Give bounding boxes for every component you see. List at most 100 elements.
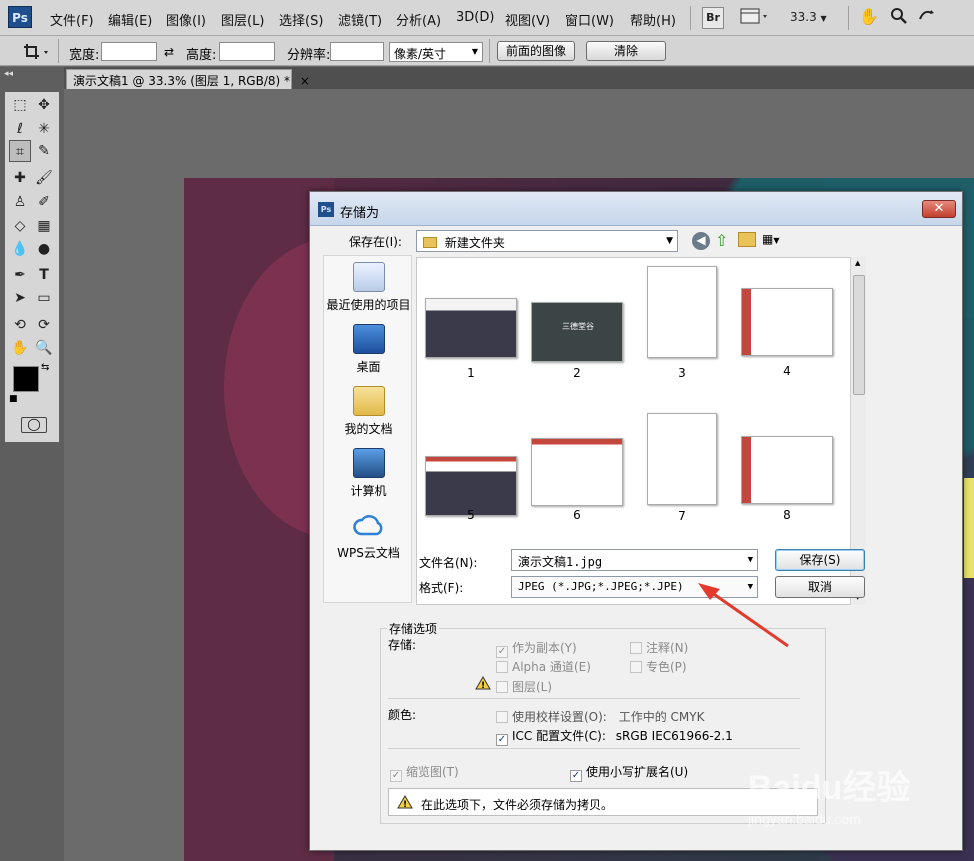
resolution-input[interactable] — [330, 42, 384, 61]
place-recent[interactable]: 最近使用的项目 — [324, 262, 413, 313]
menu-window[interactable]: 窗口(W) — [565, 10, 614, 29]
shape-tool-icon[interactable]: ▭ — [33, 287, 55, 309]
view-extras-button[interactable] — [738, 7, 772, 29]
crop-tool-icon[interactable]: ⌗ — [9, 140, 31, 162]
lasso-tool-icon[interactable]: ℓ — [9, 118, 31, 140]
file-thumbnail — [425, 298, 517, 358]
as-copy-checkbox[interactable]: ✓ 作为副本(Y) — [496, 639, 577, 658]
width-input[interactable] — [101, 42, 157, 61]
place-desktop[interactable]: 桌面 — [324, 324, 413, 375]
marquee-tool-icon[interactable]: ⬚ — [9, 94, 31, 116]
place-documents[interactable]: 我的文档 — [324, 386, 413, 437]
file-name: 6 — [573, 508, 581, 522]
move-tool-icon[interactable]: ✥ — [33, 94, 55, 116]
filename-input[interactable]: 演示文稿1.jpg ▼ — [511, 549, 758, 571]
menu-3d[interactable]: 3D(D) — [456, 10, 494, 25]
default-colors-icon[interactable]: ■ — [9, 394, 18, 404]
menu-image[interactable]: 图像(I) — [166, 10, 206, 29]
3d-rotate-icon[interactable]: ⟲ — [9, 314, 31, 336]
gradient-tool-icon[interactable]: ▦ — [33, 215, 55, 237]
blur-tool-icon[interactable]: 💧 — [9, 238, 31, 260]
front-image-button[interactable]: 前面的图像 — [497, 41, 575, 61]
file-item[interactable]: 1 — [425, 298, 517, 380]
type-tool-icon[interactable]: T — [33, 264, 55, 286]
up-folder-icon[interactable]: ⇧ — [715, 231, 728, 250]
hand-tool-icon[interactable]: ✋ — [9, 337, 31, 359]
eyedropper-icon[interactable]: ✎ — [33, 140, 55, 162]
close-tab-icon[interactable]: × — [300, 74, 310, 88]
file-item[interactable]: 5 — [425, 456, 517, 522]
file-item[interactable]: 8 — [741, 436, 833, 522]
scroll-up-icon[interactable]: ▲ — [855, 259, 860, 267]
zoom-level[interactable]: 33.3 ▼ — [790, 7, 830, 29]
alpha-channels-checkbox[interactable]: Alpha 通道(E) — [496, 658, 591, 675]
zoom-tool-icon[interactable]: 🔍 — [33, 337, 55, 359]
notes-checkbox[interactable]: 注释(N) — [630, 639, 688, 656]
separator — [848, 6, 849, 30]
save-in-label: 保存在(I): — [349, 235, 402, 249]
view-menu-icon[interactable]: ▦▼ — [762, 232, 790, 248]
place-label: 桌面 — [356, 360, 381, 374]
close-button[interactable]: ✕ — [922, 200, 956, 218]
place-wps-cloud[interactable]: WPS云文档 — [324, 510, 413, 561]
checkbox-label: 缩览图(T) — [406, 765, 459, 779]
menu-edit[interactable]: 编辑(E) — [108, 10, 152, 29]
canvas-shape — [964, 478, 974, 578]
thumbnail-checkbox[interactable]: ✓ 缩览图(T) — [390, 763, 459, 782]
height-input[interactable] — [219, 42, 275, 61]
history-brush-icon[interactable]: ✐ — [33, 191, 55, 213]
layers-checkbox[interactable]: 图层(L) — [496, 678, 552, 695]
photoshop-logo-icon: Ps — [8, 6, 32, 28]
save-in-combo[interactable]: 新建文件夹 ▼ — [416, 230, 678, 252]
quick-mask-icon[interactable]: ◯ — [21, 417, 47, 433]
clone-stamp-icon[interactable]: ♙ — [9, 191, 31, 213]
bridge-button[interactable]: Br — [702, 7, 724, 29]
lowercase-extension-checkbox[interactable]: ✓ 使用小写扩展名(U) — [570, 763, 688, 782]
place-computer[interactable]: 计算机 — [324, 448, 413, 499]
menu-select[interactable]: 选择(S) — [279, 10, 323, 29]
brush-tool-icon[interactable]: 🖌 — [33, 167, 55, 189]
spot-colors-checkbox[interactable]: 专色(P) — [630, 658, 687, 675]
icc-profile-checkbox[interactable]: ✓ ICC 配置文件(C): sRGB IEC61966-2.1 — [496, 727, 733, 746]
menu-layer[interactable]: 图层(L) — [221, 10, 264, 29]
menu-bar: Ps 文件(F) 编辑(E) 图像(I) 图层(L) 选择(S) 滤镜(T) 分… — [0, 0, 974, 36]
rotate-view-icon[interactable] — [916, 7, 938, 29]
file-item[interactable]: 3 — [647, 266, 717, 380]
file-item[interactable]: 7 — [647, 413, 717, 523]
new-folder-icon[interactable] — [738, 232, 756, 247]
magic-wand-icon[interactable]: ✳ — [33, 118, 55, 140]
document-tab[interactable]: 演示文稿1 @ 33.3% (图层 1, RGB/8) * × — [66, 69, 310, 89]
menu-file[interactable]: 文件(F) — [50, 10, 94, 29]
3d-orbit-icon[interactable]: ⟳ — [33, 314, 55, 336]
resolution-unit-select[interactable]: 像素/英寸 ▼ — [389, 42, 483, 62]
checkbox-label: 使用校样设置(O): — [512, 710, 607, 724]
menu-view[interactable]: 视图(V) — [505, 10, 550, 29]
svg-text:!: ! — [403, 800, 407, 809]
scrollbar-thumb[interactable] — [853, 275, 865, 395]
file-item[interactable]: 6 — [531, 438, 623, 522]
file-item[interactable]: 三德堂谷 2 — [531, 302, 623, 380]
collapse-panel-icon[interactable]: ◂◂ — [4, 69, 13, 79]
clear-button[interactable]: 清除 — [586, 41, 666, 61]
file-thumbnail — [741, 436, 833, 504]
zoom-tool-icon[interactable] — [888, 7, 910, 29]
foreground-color-swatch[interactable] — [13, 366, 39, 392]
menu-help[interactable]: 帮助(H) — [630, 10, 676, 29]
proof-setup-checkbox[interactable]: 使用校样设置(O): 工作中的 CMYK — [496, 708, 704, 725]
save-button[interactable]: 保存(S) — [775, 549, 865, 571]
dodge-tool-icon[interactable]: ● — [33, 238, 55, 260]
checkbox-box — [630, 661, 642, 673]
file-item[interactable]: 4 — [741, 288, 833, 378]
swap-colors-icon[interactable]: ⇆ — [41, 362, 49, 373]
healing-brush-icon[interactable]: ✚ — [9, 167, 31, 189]
menu-analysis[interactable]: 分析(A) — [396, 10, 441, 29]
menu-filter[interactable]: 滤镜(T) — [338, 10, 382, 29]
swap-icon[interactable]: ⇄ — [164, 45, 174, 59]
back-icon[interactable]: ◀ — [692, 232, 710, 250]
eraser-tool-icon[interactable]: ◇ — [9, 215, 31, 237]
path-select-icon[interactable]: ➤ — [9, 287, 31, 309]
checkbox-label: 专色(P) — [646, 660, 687, 674]
pen-tool-icon[interactable]: ✒ — [9, 264, 31, 286]
crop-tool-preset-icon[interactable] — [22, 42, 52, 62]
hand-tool-icon[interactable]: ✋ — [858, 7, 880, 29]
